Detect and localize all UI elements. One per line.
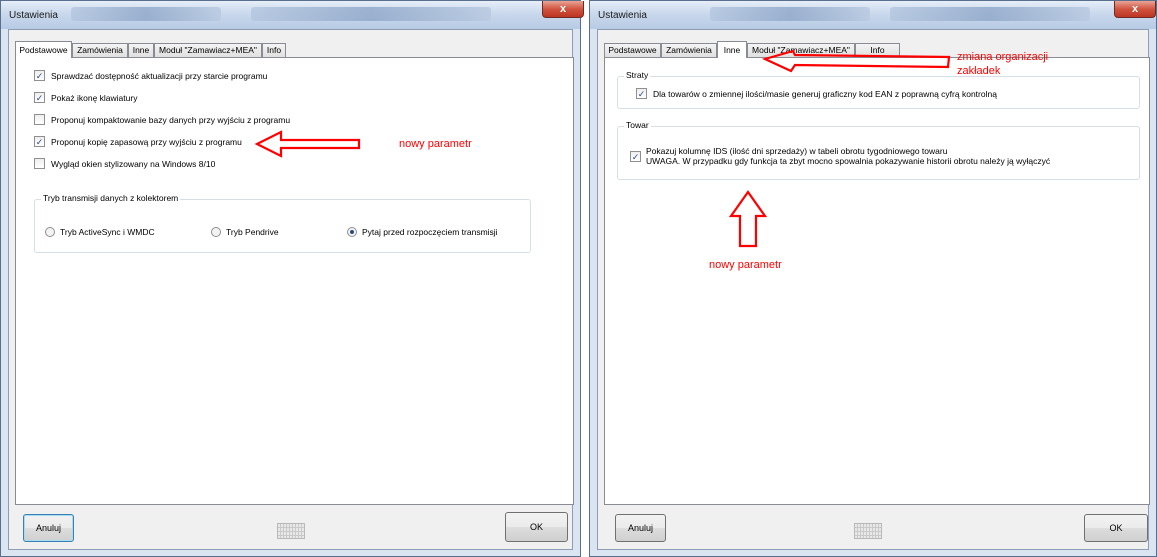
straty-group: Straty ✓ Dla towarów o zmiennej ilości/m… <box>617 70 1140 109</box>
checkbox[interactable]: ✓ <box>34 136 45 147</box>
group-title: Tryb transmisji danych z kolektorem <box>41 193 181 203</box>
annotation-arrow-left-icon <box>254 130 361 158</box>
window-title: Ustawienia <box>9 10 58 21</box>
option-label: Proponuj kompaktowanie bazy danych przy … <box>51 115 291 125</box>
annotation-tabs-reorganization-line1: zmiana organizacji <box>957 51 1049 63</box>
checkbox[interactable]: ✓ <box>630 151 641 162</box>
towar-group: Towar ✓ Pokazuj kolumnę IDS (ilość dni s… <box>617 120 1140 180</box>
radio-button[interactable] <box>347 227 357 237</box>
annotation-new-parameter: nowy parametr <box>399 138 472 150</box>
title-bar[interactable]: Ustawienia x <box>1 1 584 29</box>
option-label-line2: UWAGA. W przypadku gdy funkcja ta zbyt m… <box>646 156 1051 166</box>
cancel-button[interactable]: Anuluj <box>23 514 74 542</box>
option-label: Dla towarów o zmiennej ilości/masie gene… <box>653 89 997 99</box>
cancel-button[interactable]: Anuluj <box>615 514 666 542</box>
close-icon: x <box>559 3 567 15</box>
blurred-title-area <box>251 7 491 21</box>
tab-inne[interactable]: Inne <box>717 41 747 58</box>
ok-button[interactable]: OK <box>505 512 568 542</box>
tab-modul-zamawiacz[interactable]: Moduł "Zamawiacz+MEA" <box>154 43 262 57</box>
group-title: Towar <box>624 120 651 130</box>
annotation-arrow-tabs-icon <box>761 49 951 73</box>
close-button[interactable]: x <box>1114 1 1156 18</box>
close-icon: x <box>1131 3 1139 15</box>
close-button[interactable]: x <box>542 1 584 18</box>
radio-label: Pytaj przed rozpoczęciem transmisji <box>362 227 498 237</box>
radio-button[interactable] <box>45 227 55 237</box>
dialog-client-area: Podstawowe Zamówienia Inne Moduł "Zamawi… <box>597 29 1150 550</box>
dialog-client-area: Podstawowe Zamówienia Inne Moduł "Zamawi… <box>8 29 574 550</box>
settings-window-right: Ustawienia x Podstawowe Zamówienia Inne … <box>589 0 1157 557</box>
tab-podstawowe[interactable]: Podstawowe <box>15 41 72 58</box>
option-label: Pokaż ikonę klawiatury <box>51 93 138 103</box>
checkbox[interactable] <box>34 114 45 125</box>
checkbox[interactable]: ✓ <box>34 70 45 81</box>
checkbox[interactable]: ✓ <box>34 92 45 103</box>
transmission-mode-group: Tryb transmisji danych z kolektorem Tryb… <box>34 193 531 253</box>
ok-button[interactable]: OK <box>1084 514 1148 542</box>
tab-info[interactable]: Info <box>262 43 286 57</box>
radio-button[interactable] <box>211 227 221 237</box>
tab-panel-inne: Straty ✓ Dla towarów o zmiennej ilości/m… <box>604 57 1150 505</box>
radio-label: Tryb ActiveSync i WMDC <box>60 227 155 237</box>
tab-zamowienia[interactable]: Zamówienia <box>661 43 717 57</box>
checkbox[interactable]: ✓ <box>636 88 647 99</box>
blurred-title-area <box>710 7 870 21</box>
title-bar[interactable]: Ustawienia x <box>590 1 1156 29</box>
radio-label: Tryb Pendrive <box>226 227 279 237</box>
window-title: Ustawienia <box>598 10 647 21</box>
annotation-tabs-reorganization-line2: zakładek <box>957 65 1001 77</box>
blurred-title-area <box>71 7 221 21</box>
annotation-new-parameter-right: nowy parametr <box>709 259 782 271</box>
option-label: Sprawdzać dostępność aktualizacji przy s… <box>51 71 268 81</box>
keyboard-icon[interactable] <box>854 523 882 539</box>
settings-window-left: Ustawienia x Podstawowe Zamówienia Inne … <box>0 0 584 557</box>
group-title: Straty <box>624 70 651 80</box>
checkbox[interactable] <box>34 158 45 169</box>
annotation-arrow-up-icon <box>728 190 768 248</box>
tab-panel-podstawowe: ✓ Sprawdzać dostępność aktualizacji przy… <box>15 57 574 505</box>
option-label: Proponuj kopię zapasową przy wyjściu z p… <box>51 137 242 147</box>
tab-zamowienia[interactable]: Zamówienia <box>72 43 128 57</box>
tab-podstawowe[interactable]: Podstawowe <box>604 43 661 57</box>
tab-inne[interactable]: Inne <box>128 43 154 57</box>
blurred-title-area <box>890 7 1090 21</box>
keyboard-icon[interactable] <box>277 523 305 539</box>
option-label: Wygląd okien stylizowany na Windows 8/10 <box>51 159 216 169</box>
